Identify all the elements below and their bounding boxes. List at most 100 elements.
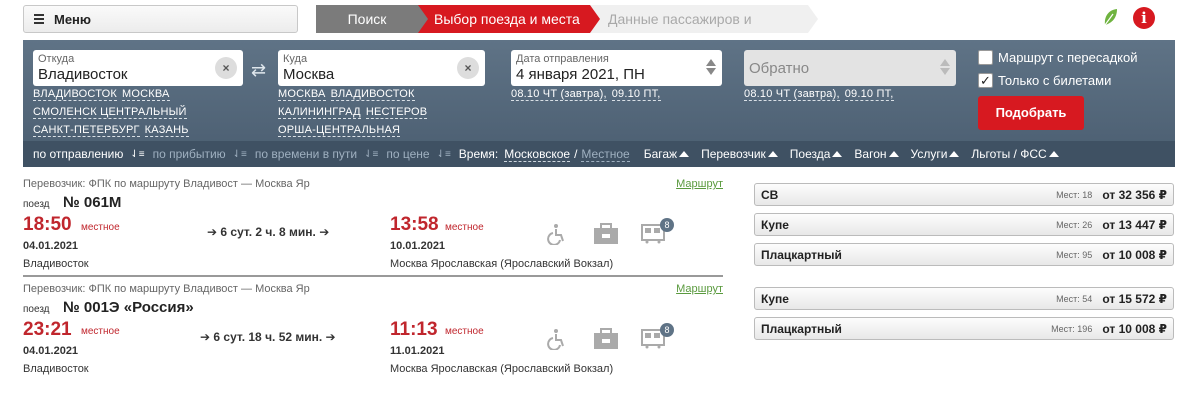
arrival-station: Москва Ярославская (Ярославский Вокзал) — [390, 258, 614, 270]
train-number-label: поезд — [23, 199, 50, 210]
quick-city[interactable]: МОСКВА — [122, 88, 170, 101]
cars-count-badge: 8 — [660, 323, 674, 337]
fare-class: СВ — [761, 187, 779, 202]
quick-date[interactable]: 09.10 ПТ, — [611, 88, 661, 101]
baggage-icon — [594, 328, 618, 349]
triangle-up-icon — [888, 151, 899, 157]
date-spinner-icon[interactable] — [706, 57, 716, 77]
find-button[interactable]: Подобрать — [978, 96, 1084, 130]
filter-car[interactable]: Вагон — [854, 147, 899, 161]
sort-travel-time[interactable]: по времени в пути — [255, 147, 357, 161]
date-label: Дата отправления — [516, 53, 609, 65]
fare-button[interactable]: Купе Мест: 54 от 15 572 ₽ — [754, 287, 1174, 310]
time-local[interactable]: Местное — [581, 147, 630, 162]
swap-icon[interactable]: ⇄ — [251, 60, 266, 81]
time-moscow[interactable]: Московское — [504, 147, 571, 162]
return-value: Обратно — [749, 60, 810, 77]
from-quick-links: ВЛАДИВОСТОК МОСКВА СМОЛЕНСК ЦЕНТРАЛЬНЫЙ С… — [33, 85, 253, 139]
ruble-icon: ₽ — [1158, 247, 1167, 262]
triangle-up-icon — [767, 151, 778, 157]
fare-from: от — [1102, 321, 1116, 336]
arrival-date: 10.01.2021 — [390, 240, 446, 252]
fare-button[interactable]: Плацкартный Мест: 95 от 10 008 ₽ — [754, 243, 1174, 266]
departure-local: местное — [81, 222, 120, 233]
departure-time: 18:50 — [23, 214, 72, 235]
fare-class: Плацкартный — [761, 247, 842, 262]
fare-price: от 15 572 ₽ — [1102, 292, 1167, 306]
train-number[interactable]: № 001Э «Россия» — [63, 299, 194, 316]
return-quick-links: 08.10 ЧТ (завтра), 09.10 ПТ, — [744, 85, 964, 103]
filter-label: Услуги — [910, 147, 948, 161]
step-passenger-data: Данные пассажиров и оплата — [590, 5, 818, 55]
route-link[interactable]: Маршрут — [676, 178, 723, 190]
cars-count-badge: 8 — [660, 218, 674, 232]
step-train-selection[interactable]: Выбор поезда и места — [418, 5, 600, 33]
fare-price: от 13 447 ₽ — [1102, 218, 1167, 232]
checkbox-icon[interactable] — [978, 50, 993, 65]
filter-benefits[interactable]: Льготы / ФСС — [971, 147, 1059, 161]
quick-city[interactable]: КАЛИНИНГРАД — [278, 106, 361, 119]
fare-button[interactable]: Купе Мест: 26 от 13 447 ₽ — [754, 213, 1174, 236]
fare-button[interactable]: Плацкартный Мест: 196 от 10 008 ₽ — [754, 317, 1174, 340]
clear-icon[interactable]: × — [215, 57, 237, 79]
date-field[interactable]: Дата отправления 4 января 2021, ПН — [511, 50, 722, 86]
leaf-icon[interactable] — [1100, 7, 1120, 27]
from-value: Владивосток — [38, 66, 128, 83]
fare-seats: Мест: 196 — [1051, 323, 1093, 334]
fare-from: от — [1102, 291, 1116, 306]
quick-city[interactable]: МОСКВА — [278, 88, 326, 101]
to-label: Куда — [283, 53, 308, 65]
filter-label: Вагон — [854, 147, 887, 161]
filter-trains[interactable]: Поезда — [790, 147, 843, 161]
fare-from: от — [1102, 217, 1116, 232]
date-value: 4 января 2021, ПН — [516, 66, 645, 83]
fare-amount: 32 356 — [1118, 187, 1156, 202]
arrival-station: Москва Ярославская (Ярославский Вокзал) — [390, 363, 614, 375]
quick-date[interactable]: 08.10 ЧТ (завтра), — [744, 88, 840, 101]
quick-city[interactable]: КАЗАНЬ — [144, 124, 189, 137]
checkmark-icon[interactable]: ✓ — [978, 73, 993, 88]
transfer-checkbox[interactable]: Маршрут с пересадкой — [978, 50, 1138, 65]
menu-button[interactable]: Меню — [23, 5, 298, 33]
carrier-info: Перевозчик: ФПК по маршруту Владивост — … — [23, 178, 310, 190]
to-quick-links: МОСКВА ВЛАДИВОСТОК КАЛИНИНГРАД НЕСТЕРОВ ОР… — [278, 85, 498, 139]
quick-date[interactable]: 09.10 ПТ, — [844, 88, 894, 101]
from-label: Откуда — [38, 53, 75, 65]
quick-city[interactable]: СМОЛЕНСК ЦЕНТРАЛЬНЫЙ — [33, 106, 187, 119]
quick-city[interactable]: НЕСТЕРОВ — [365, 106, 428, 119]
sort-departure[interactable]: по отправлению — [33, 147, 123, 161]
triangle-up-icon — [832, 151, 843, 157]
filter-carrier[interactable]: Перевозчик — [701, 147, 778, 161]
return-field[interactable]: Обратно — [744, 50, 956, 86]
clear-icon[interactable]: × — [457, 57, 479, 79]
filter-services[interactable]: Услуги — [911, 147, 960, 161]
route-link[interactable]: Маршрут — [676, 283, 723, 295]
quick-city[interactable]: ВЛАДИВОСТОК — [330, 88, 415, 101]
to-field[interactable]: Куда Москва × — [278, 50, 485, 86]
arrival-local: местное — [445, 222, 484, 233]
triangle-up-icon — [679, 151, 690, 157]
quick-city[interactable]: ОРША-ЦЕНТРАЛЬНАЯ — [278, 124, 401, 137]
tickets-only-checkbox[interactable]: ✓ Только с билетами — [978, 73, 1111, 88]
fare-price: от 32 356 ₽ — [1102, 188, 1167, 202]
info-icon[interactable]: i — [1133, 7, 1155, 29]
menu-icon — [34, 12, 44, 26]
triangle-up-icon — [1048, 151, 1059, 157]
train-number[interactable]: № 061М — [63, 194, 121, 211]
tickets-only-label: Только с билетами — [998, 73, 1112, 88]
travel-duration: ➔ 6 сут. 2 ч. 8 мин. ➔ — [207, 225, 330, 239]
to-value: Москва — [283, 66, 335, 83]
filter-baggage[interactable]: Багаж — [644, 147, 690, 161]
from-field[interactable]: Откуда Владивосток × — [33, 50, 243, 86]
quick-city[interactable]: ВЛАДИВОСТОК — [33, 88, 117, 101]
fare-seats: Мест: 18 — [1056, 189, 1093, 200]
time-label: Время: — [458, 147, 499, 161]
fare-class: Плацкартный — [761, 321, 842, 336]
step-search[interactable]: Поиск билета — [316, 5, 428, 55]
sort-arrival[interactable]: по прибытию — [153, 147, 226, 161]
fare-button[interactable]: СВ Мест: 18 от 32 356 ₽ — [754, 183, 1174, 206]
quick-city[interactable]: САНКТ-ПЕТЕРБУРГ — [33, 124, 140, 137]
transfer-label: Маршрут с пересадкой — [998, 50, 1138, 65]
quick-date[interactable]: 08.10 ЧТ (завтра), — [511, 88, 607, 101]
sort-price[interactable]: по цене — [386, 147, 429, 161]
